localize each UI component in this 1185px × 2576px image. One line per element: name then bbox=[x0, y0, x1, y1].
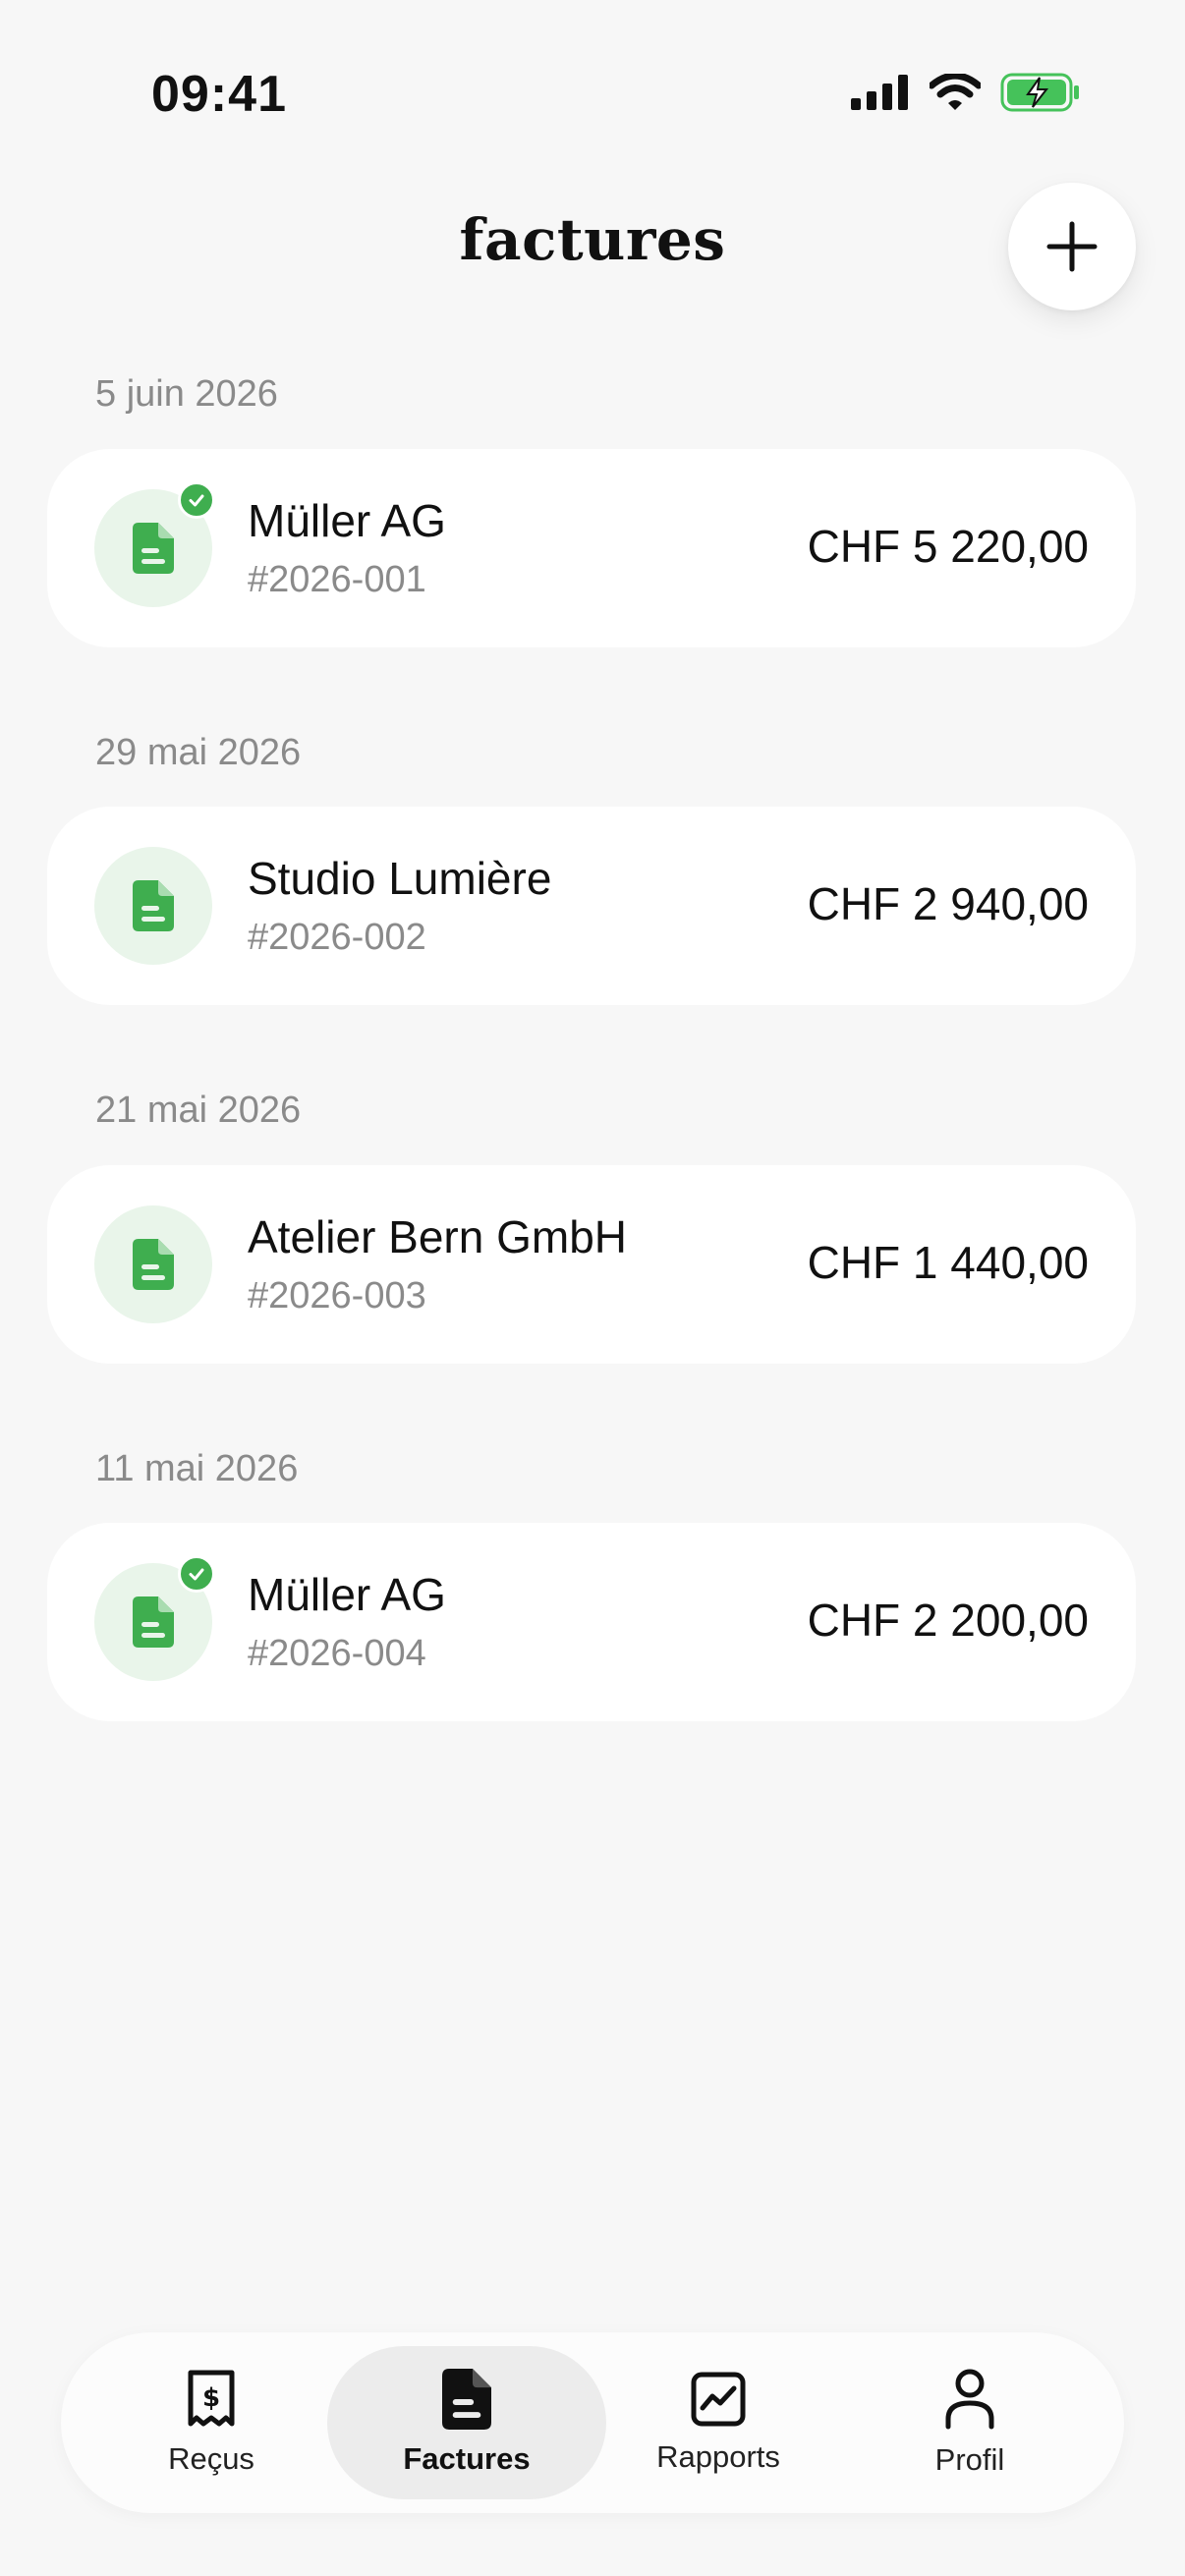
document-icon bbox=[133, 1596, 174, 1648]
document-icon bbox=[133, 880, 174, 931]
status-time: 09:41 bbox=[151, 66, 287, 123]
battery-charging-icon bbox=[1000, 73, 1079, 112]
tab-bar: $ Reçus Factures Rapports Profil bbox=[61, 2332, 1124, 2513]
person-icon bbox=[945, 2369, 994, 2430]
invoice-number: #2026-004 bbox=[248, 1633, 426, 1674]
tab-profil[interactable]: Profil bbox=[842, 2346, 1098, 2499]
tab-label: Reçus bbox=[168, 2441, 254, 2476]
paid-check-icon bbox=[178, 1555, 215, 1593]
status-icons bbox=[851, 73, 1081, 112]
tab-label: Factures bbox=[403, 2441, 531, 2476]
page-title: factures bbox=[459, 206, 726, 273]
chart-icon bbox=[691, 2372, 746, 2427]
svg-text:$: $ bbox=[202, 2383, 220, 2413]
invoice-number: #2026-002 bbox=[248, 917, 426, 958]
client-name: Atelier Bern GmbH bbox=[248, 1211, 628, 1262]
invoice-amount: CHF 2 940,00 bbox=[807, 878, 1089, 929]
client-name: Studio Lumière bbox=[248, 853, 552, 904]
client-name: Müller AG bbox=[248, 495, 446, 546]
wifi-icon bbox=[930, 74, 981, 110]
document-icon bbox=[133, 523, 174, 574]
invoice-card[interactable]: Studio Lumière #2026-002 CHF 2 940,00 bbox=[47, 807, 1136, 1005]
paid-check-icon bbox=[178, 481, 215, 519]
tab-label: Rapports bbox=[656, 2439, 780, 2474]
invoice-amount: CHF 2 200,00 bbox=[807, 1595, 1089, 1646]
signal-icon bbox=[851, 75, 908, 110]
document-badge bbox=[94, 1205, 212, 1323]
date-label: 5 juin 2026 bbox=[95, 373, 278, 415]
date-label: 21 mai 2026 bbox=[95, 1090, 302, 1131]
plus-icon bbox=[1046, 221, 1098, 272]
invoice-number: #2026-001 bbox=[248, 559, 426, 600]
invoice-amount: CHF 5 220,00 bbox=[807, 521, 1089, 572]
invoice-card[interactable]: Müller AG #2026-001 CHF 5 220,00 bbox=[47, 449, 1136, 647]
tab-rapports[interactable]: Rapports bbox=[591, 2346, 846, 2499]
date-label: 11 mai 2026 bbox=[95, 1448, 299, 1489]
tab-factures[interactable]: Factures bbox=[327, 2346, 606, 2499]
tab-label: Profil bbox=[934, 2442, 1005, 2477]
invoice-amount: CHF 1 440,00 bbox=[807, 1237, 1089, 1288]
document-icon bbox=[133, 1239, 174, 1290]
date-label: 29 mai 2026 bbox=[95, 732, 302, 773]
tab-recus[interactable]: $ Reçus bbox=[84, 2346, 339, 2499]
invoices-screen: 09:41 factures 5 juin 2026 Müller AG #20… bbox=[0, 0, 1185, 2576]
add-invoice-button[interactable] bbox=[1008, 183, 1136, 310]
document-badge bbox=[94, 847, 212, 965]
invoice-card[interactable]: Atelier Bern GmbH #2026-003 CHF 1 440,00 bbox=[47, 1165, 1136, 1364]
receipt-icon: $ bbox=[188, 2370, 235, 2427]
client-name: Müller AG bbox=[248, 1569, 446, 1620]
document-icon bbox=[442, 2369, 491, 2430]
invoice-number: #2026-003 bbox=[248, 1275, 426, 1316]
invoice-card[interactable]: Müller AG #2026-004 CHF 2 200,00 bbox=[47, 1523, 1136, 1721]
